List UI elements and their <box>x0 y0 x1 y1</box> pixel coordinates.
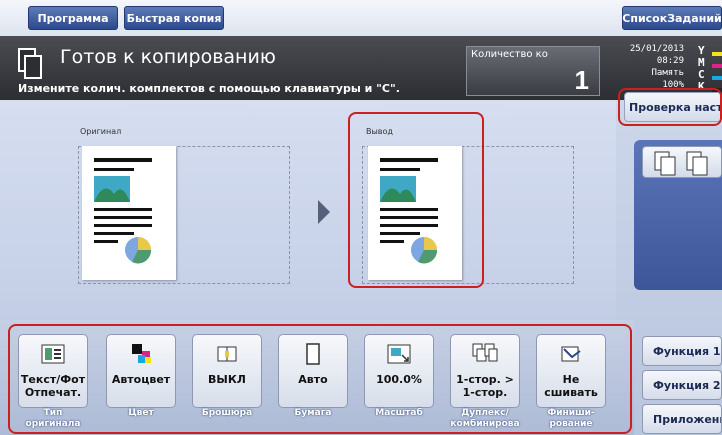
duplex-shortcut-icon <box>654 151 708 176</box>
toner-m-bar <box>712 64 722 68</box>
function2-tab[interactable]: Функция 2 <box>642 370 722 400</box>
job-list-button[interactable]: СписокЗаданий <box>622 6 722 30</box>
status-message: Измените колич. комплектов с помощью кла… <box>18 82 400 95</box>
application-tab[interactable]: Приложение <box>642 404 722 434</box>
status-bar: Готов к копированию Измените колич. комп… <box>0 36 722 100</box>
duplex-shortcut-button[interactable] <box>642 146 722 178</box>
toner-c-bar <box>712 76 722 80</box>
original-page-icon <box>94 158 152 264</box>
quantity-label: Количество ко <box>471 49 548 60</box>
copy-screen: Программа Быстрая копия СписокЗаданий Го… <box>0 0 722 435</box>
quantity-value: 1 <box>574 65 589 95</box>
toner-y-bar <box>712 52 722 56</box>
time-text: 08:29 <box>656 56 684 66</box>
function-keys-highlight <box>8 324 632 434</box>
check-settings-highlight <box>618 88 722 126</box>
program-button[interactable]: Программа <box>28 6 118 30</box>
quick-copy-button[interactable]: Быстрая копия <box>124 6 224 30</box>
copy-document-icon <box>18 48 44 80</box>
output-highlight <box>348 112 484 288</box>
function1-tab[interactable]: Функция 1 <box>642 336 722 366</box>
original-label: Оригинал <box>80 127 122 136</box>
memory-label: Память <box>651 68 684 78</box>
original-page <box>82 146 176 280</box>
copy-quantity-display[interactable]: Количество ко 1 <box>466 46 600 96</box>
arrow-right-icon <box>318 200 330 224</box>
date-text: 25/01/2013 <box>629 44 684 54</box>
status-title: Готов к копированию <box>60 46 276 68</box>
